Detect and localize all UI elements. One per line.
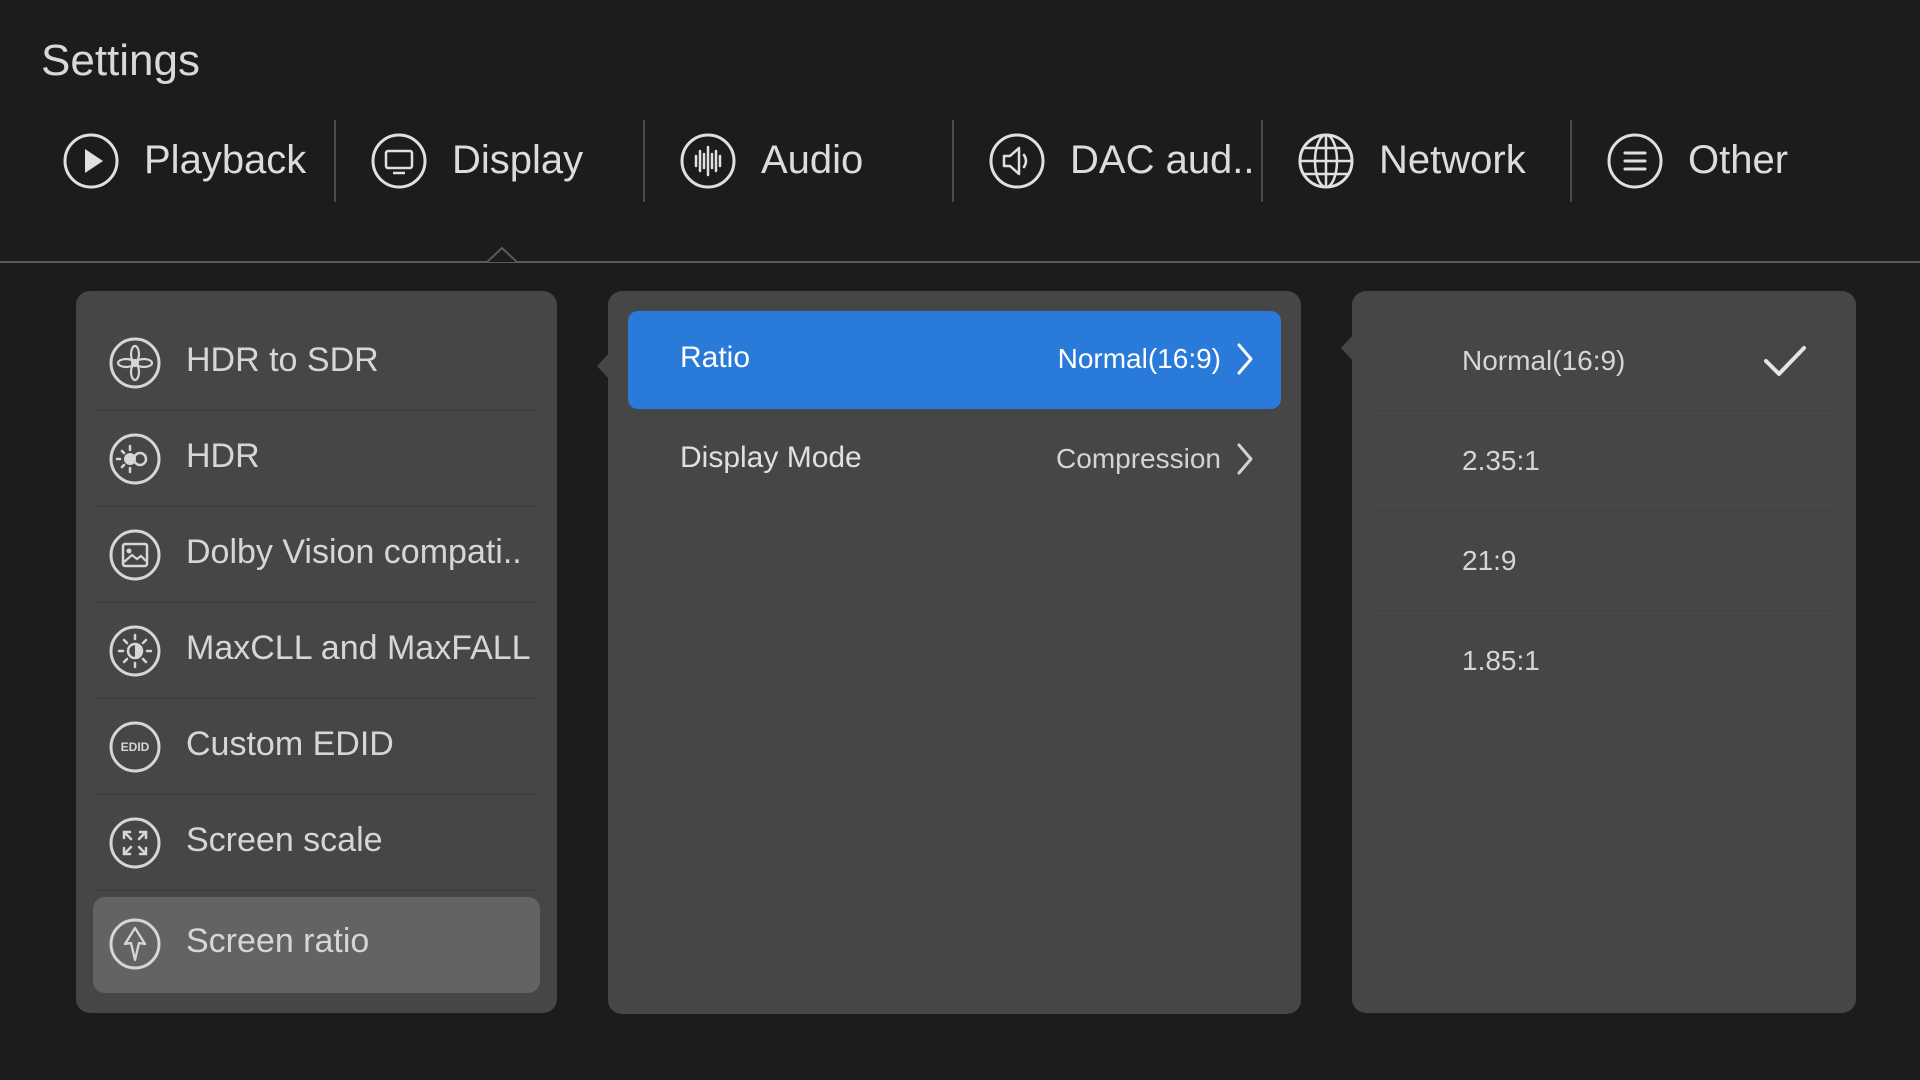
option-value: Compression bbox=[1056, 443, 1221, 474]
menu-item-dolby-vision[interactable]: Dolby Vision compati.. bbox=[96, 507, 536, 603]
tab-playback[interactable]: Playback bbox=[0, 116, 336, 206]
ratio-choice-label: 21:9 bbox=[1462, 545, 1517, 576]
menu-item-label: HDR to SDR bbox=[186, 341, 379, 379]
speaker-icon bbox=[988, 132, 1046, 190]
option-value: Normal(16:9) bbox=[1057, 343, 1221, 374]
checkmark-icon bbox=[1764, 346, 1806, 376]
menu-item-label: Custom EDID bbox=[186, 725, 394, 763]
tab-label: Display bbox=[452, 138, 584, 182]
tab-underline bbox=[0, 261, 1920, 263]
edid-icon: EDID bbox=[108, 720, 162, 774]
tab-audio[interactable]: Audio bbox=[645, 116, 954, 206]
tab-dac-audio[interactable]: DAC aud.. bbox=[954, 116, 1263, 206]
active-tab-caret bbox=[487, 247, 517, 263]
tab-label: Playback bbox=[144, 138, 307, 182]
menu-item-maxcll[interactable]: MaxCLL and MaxFALL bbox=[96, 603, 536, 699]
tab-label: Other bbox=[1688, 138, 1789, 182]
ratio-choice-21-9[interactable]: 21:9 bbox=[1372, 511, 1836, 611]
tab-network[interactable]: Network bbox=[1263, 116, 1572, 206]
ratio-icon bbox=[108, 917, 162, 971]
hdr-icon bbox=[108, 432, 162, 486]
menu-item-screen-scale[interactable]: Screen scale bbox=[96, 795, 536, 891]
option-ratio[interactable]: Ratio Normal(16:9) bbox=[628, 311, 1281, 409]
tab-label: DAC aud.. bbox=[1070, 138, 1255, 182]
menu-item-label: Dolby Vision compati.. bbox=[186, 533, 522, 571]
display-menu-panel: HDR to SDR HDR Dolby Vision compati.. Ma… bbox=[76, 291, 557, 1013]
ratio-choice-label: 1.85:1 bbox=[1462, 645, 1540, 676]
brightness-icon bbox=[108, 624, 162, 678]
menu-item-custom-edid[interactable]: EDID Custom EDID bbox=[96, 699, 536, 795]
tab-display[interactable]: Display bbox=[336, 116, 645, 206]
ratio-choice-label: Normal(16:9) bbox=[1462, 345, 1626, 376]
tab-label: Network bbox=[1379, 138, 1526, 182]
top-tab-bar: Playback Display Audio DAC aud.. Network bbox=[0, 116, 1920, 206]
audio-wave-icon bbox=[679, 132, 737, 190]
expand-icon bbox=[108, 816, 162, 870]
page-title: Settings bbox=[41, 36, 200, 85]
menu-item-hdr-to-sdr[interactable]: HDR to SDR bbox=[96, 315, 536, 411]
ratio-choice-1-85-1[interactable]: 1.85:1 bbox=[1372, 611, 1836, 711]
options-panel: Ratio Normal(16:9) Display Mode Compress… bbox=[608, 291, 1301, 1014]
menu-item-hdr[interactable]: HDR bbox=[96, 411, 536, 507]
monitor-icon bbox=[370, 132, 428, 190]
ratio-choice-2-35-1[interactable]: 2.35:1 bbox=[1372, 411, 1836, 511]
ratio-choice-label: 2.35:1 bbox=[1462, 445, 1540, 476]
tab-other[interactable]: Other bbox=[1572, 116, 1902, 206]
hdr-to-sdr-icon bbox=[108, 336, 162, 390]
menu-item-label: Screen ratio bbox=[186, 922, 370, 960]
option-label: Ratio bbox=[680, 341, 751, 374]
menu-item-label: HDR bbox=[186, 437, 260, 475]
option-display-mode[interactable]: Display Mode Compression bbox=[628, 411, 1281, 509]
option-label: Display Mode bbox=[680, 441, 862, 474]
menu-item-label: Screen scale bbox=[186, 821, 383, 859]
chevron-right-icon bbox=[1237, 443, 1253, 475]
edid-icon-text: EDID bbox=[121, 740, 150, 754]
globe-icon bbox=[1297, 132, 1355, 190]
ratio-choices-panel: Normal(16:9) 2.35:1 21:9 1.85:1 bbox=[1352, 291, 1856, 1013]
play-icon bbox=[62, 132, 120, 190]
ratio-choice-normal[interactable]: Normal(16:9) bbox=[1372, 311, 1836, 411]
chevron-right-icon bbox=[1237, 343, 1253, 375]
menu-item-label: MaxCLL and MaxFALL bbox=[186, 629, 531, 667]
tab-label: Audio bbox=[761, 138, 864, 182]
menu-icon bbox=[1606, 132, 1664, 190]
image-icon bbox=[108, 528, 162, 582]
menu-item-screen-ratio[interactable]: Screen ratio bbox=[93, 897, 540, 993]
